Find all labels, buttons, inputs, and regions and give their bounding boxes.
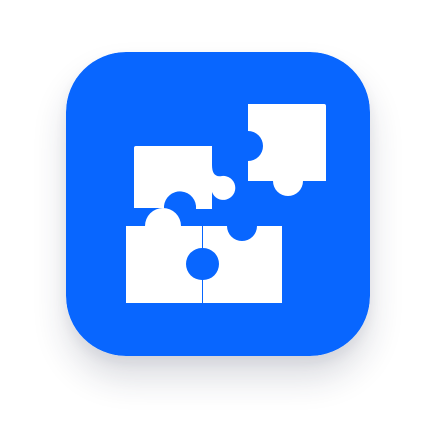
icon-canvas bbox=[0, 0, 436, 436]
app-icon-graphic bbox=[66, 52, 370, 356]
app-icon-background bbox=[66, 52, 370, 356]
app-icon[interactable] bbox=[66, 52, 370, 356]
